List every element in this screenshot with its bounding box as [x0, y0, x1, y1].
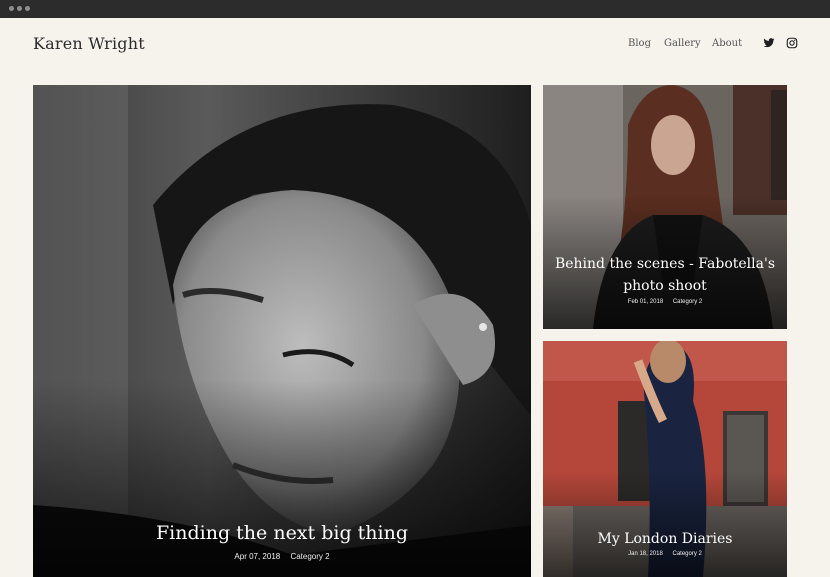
window-dot — [17, 6, 22, 11]
post-date: Jan 18, 2018 — [628, 551, 663, 557]
window-dot — [9, 6, 14, 11]
post-card[interactable]: Behind the scenes - Fabotella's photo sh… — [543, 85, 787, 329]
window-dot — [25, 6, 30, 11]
post-caption: Behind the scenes - Fabotella's photo sh… — [543, 253, 787, 305]
post-meta: Feb 01, 2018 Category 2 — [543, 299, 787, 305]
post-category[interactable]: Category 2 — [290, 552, 329, 561]
post-meta: Jan 18, 2018 Category 2 — [543, 551, 787, 557]
twitter-icon[interactable] — [763, 37, 775, 49]
window-title-bar — [0, 0, 830, 18]
nav-about[interactable]: About — [712, 38, 742, 49]
post-card-featured[interactable]: Finding the next big thing Apr 07, 2018 … — [33, 85, 531, 577]
nav-blog[interactable]: Blog — [628, 38, 651, 49]
instagram-icon[interactable] — [786, 37, 798, 49]
post-caption: My London Diaries Jan 18, 2018 Category … — [543, 531, 787, 557]
post-date: Apr 07, 2018 — [234, 552, 281, 561]
post-meta: Apr 07, 2018 Category 2 — [33, 552, 531, 561]
post-card[interactable]: My London Diaries Jan 18, 2018 Category … — [543, 341, 787, 577]
post-title[interactable]: Behind the scenes - Fabotella's photo sh… — [543, 253, 787, 297]
nav-gallery[interactable]: Gallery — [664, 38, 701, 49]
post-image-portrait — [33, 85, 531, 577]
post-title[interactable]: My London Diaries — [543, 531, 787, 547]
post-title[interactable]: Finding the next big thing — [33, 522, 531, 544]
post-caption: Finding the next big thing Apr 07, 2018 … — [33, 522, 531, 561]
post-category[interactable]: Category 2 — [673, 299, 702, 305]
post-category[interactable]: Category 2 — [673, 551, 702, 557]
site-brand[interactable]: Karen Wright — [33, 34, 145, 53]
post-date: Feb 01, 2018 — [627, 299, 664, 305]
